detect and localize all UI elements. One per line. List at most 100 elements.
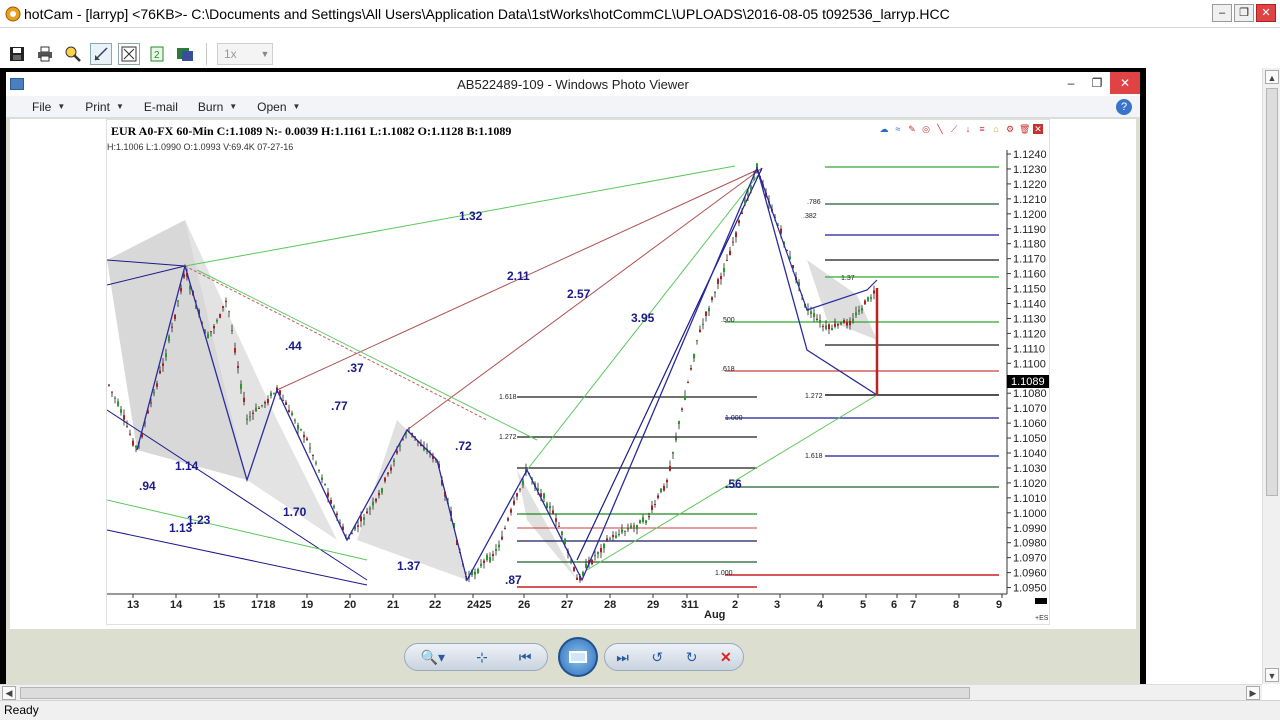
save-icon[interactable] xyxy=(6,43,28,65)
menu-open[interactable]: Open ▼ xyxy=(247,100,310,114)
x-tick-label: 3 xyxy=(774,599,780,611)
minimize-button[interactable]: – xyxy=(1212,4,1232,22)
vertical-scrollbar[interactable]: ▲ ▼ xyxy=(1262,68,1280,684)
y-tick-label: 1.1000 xyxy=(1013,508,1047,520)
menu-burn[interactable]: Burn ▼ xyxy=(188,100,247,114)
candle-body xyxy=(660,488,662,492)
menu-file[interactable]: File ▼ xyxy=(22,100,75,114)
candle-body xyxy=(543,493,545,499)
vertical-scroll-thumb[interactable] xyxy=(1266,88,1278,496)
circle-icon[interactable]: ◎ xyxy=(921,124,931,134)
wave-icon[interactable]: ≈ xyxy=(893,124,903,134)
scroll-left-icon[interactable]: ◀ xyxy=(2,686,16,700)
horizontal-scroll-thumb[interactable] xyxy=(20,687,970,699)
candle-body xyxy=(132,440,134,446)
photo-viewer-menu: File ▼ Print ▼ E-mail Burn ▼ Open ▼ xyxy=(6,96,1140,118)
trend-icon[interactable]: ⟋ xyxy=(949,124,959,134)
cloud-icon[interactable]: ☁ xyxy=(879,124,889,134)
maximize-button[interactable]: ❐ xyxy=(1234,4,1254,22)
candle-body xyxy=(180,287,182,292)
chart-subheader: H:1.1006 L:1.0990 O:1.0993 V:69.4K 07-27… xyxy=(107,142,294,152)
ratio-label: 1.37 xyxy=(397,559,421,573)
fit-icon[interactable] xyxy=(118,43,140,65)
actual-size-icon[interactable]: ⊹ xyxy=(476,649,488,666)
y-tick-label: 1.1070 xyxy=(1013,403,1047,415)
x-tick-label: 8 xyxy=(953,599,959,611)
x-tick-label: 311 xyxy=(681,599,699,611)
rotate-right-icon[interactable]: ↻ xyxy=(686,649,698,666)
app-title: hotCam - [larryp] <76KB>- C:\Documents a… xyxy=(24,5,950,22)
candle-body xyxy=(519,488,521,490)
app-title-bar: hotCam - [larryp] <76KB>- C:\Documents a… xyxy=(0,0,1280,28)
candle-body xyxy=(498,544,500,548)
settings-icon[interactable]: ⚙ xyxy=(1005,124,1015,134)
shape-icon[interactable]: ⌂ xyxy=(991,124,1001,134)
candle-body xyxy=(687,382,689,383)
fib-label: 1.272 xyxy=(805,393,823,400)
help-icon[interactable]: ? xyxy=(1116,99,1132,115)
delete-icon[interactable]: ✕ xyxy=(720,649,732,666)
scroll-right-icon[interactable]: ▶ xyxy=(1246,686,1260,700)
candle-body xyxy=(549,506,551,509)
zoom-dropdown[interactable]: 1x ▼ xyxy=(217,43,273,65)
chart-close-icon[interactable]: ✕ xyxy=(1033,124,1043,134)
scroll-up-icon[interactable]: ▲ xyxy=(1265,70,1279,84)
candle-body xyxy=(363,517,365,520)
candle-body xyxy=(300,429,302,431)
price-chart: 1.1240 1.1230 1.1220 1.1210 1.1200 1.1190 1.11… xyxy=(106,149,1049,622)
candle-body xyxy=(645,520,647,524)
candle-body xyxy=(273,393,275,394)
print-icon[interactable] xyxy=(34,43,56,65)
candle-body xyxy=(297,425,299,430)
candle-body xyxy=(720,276,722,280)
search-tools-icon[interactable] xyxy=(62,43,84,65)
trash-icon[interactable]: 🗑 xyxy=(1019,124,1030,134)
draw-icon[interactable] xyxy=(90,43,112,65)
rotate-left-icon[interactable]: ↺ xyxy=(651,649,663,666)
close-button[interactable]: ✕ xyxy=(1256,4,1276,22)
candle-body xyxy=(135,445,137,448)
export-icon[interactable] xyxy=(174,43,196,65)
refresh-icon[interactable]: 2 xyxy=(146,43,168,65)
menu-email[interactable]: E-mail xyxy=(134,100,188,114)
candle-body xyxy=(372,501,374,506)
candle-body xyxy=(513,500,515,505)
pv-maximize-button[interactable]: ❐ xyxy=(1084,72,1110,94)
candle-body xyxy=(369,508,371,510)
candle-body xyxy=(861,308,863,311)
horizontal-scrollbar[interactable]: ◀ ▶ xyxy=(0,684,1262,700)
candle-body xyxy=(816,318,818,320)
candle-body xyxy=(393,460,395,463)
menu-print[interactable]: Print ▼ xyxy=(75,100,134,114)
scroll-down-icon[interactable]: ▼ xyxy=(1265,668,1279,682)
previous-icon[interactable]: ⏮ xyxy=(519,649,532,666)
candle-body xyxy=(597,552,599,554)
nav-controls: ⏭ ↺ ↻ ✕ xyxy=(604,643,744,671)
line-icon[interactable]: ╲ xyxy=(935,124,945,134)
slideshow-button[interactable] xyxy=(558,637,598,677)
candle-body xyxy=(291,412,293,415)
candle-body xyxy=(477,569,479,573)
candle-body xyxy=(246,418,248,420)
next-icon[interactable]: ⏭ xyxy=(616,649,629,666)
x-tick-label: 1718 xyxy=(251,599,275,611)
candle-body xyxy=(732,241,734,243)
pencil-icon[interactable]: ✎ xyxy=(907,124,917,134)
candle-body xyxy=(492,554,494,557)
y-tick-label: 1.0950 xyxy=(1013,583,1047,595)
y-tick-label: 1.1160 xyxy=(1013,269,1046,281)
zoom-icon[interactable]: 🔍▾ xyxy=(421,649,445,666)
chevron-down-icon: ▼ xyxy=(229,102,238,111)
candle-body xyxy=(285,402,287,405)
ratio-label: .56 xyxy=(725,477,742,491)
candle-body xyxy=(723,268,725,272)
candle-body xyxy=(684,396,686,401)
candle-body xyxy=(849,320,851,326)
candle-body xyxy=(873,290,875,294)
arrow-down-icon[interactable]: ↓ xyxy=(963,124,973,134)
pv-minimize-button[interactable]: – xyxy=(1058,72,1084,94)
candle-body xyxy=(552,510,554,514)
fib-label: .618 xyxy=(721,366,735,373)
pv-close-button[interactable]: ✕ xyxy=(1110,72,1140,94)
fib-icon[interactable]: ≡ xyxy=(977,124,987,134)
